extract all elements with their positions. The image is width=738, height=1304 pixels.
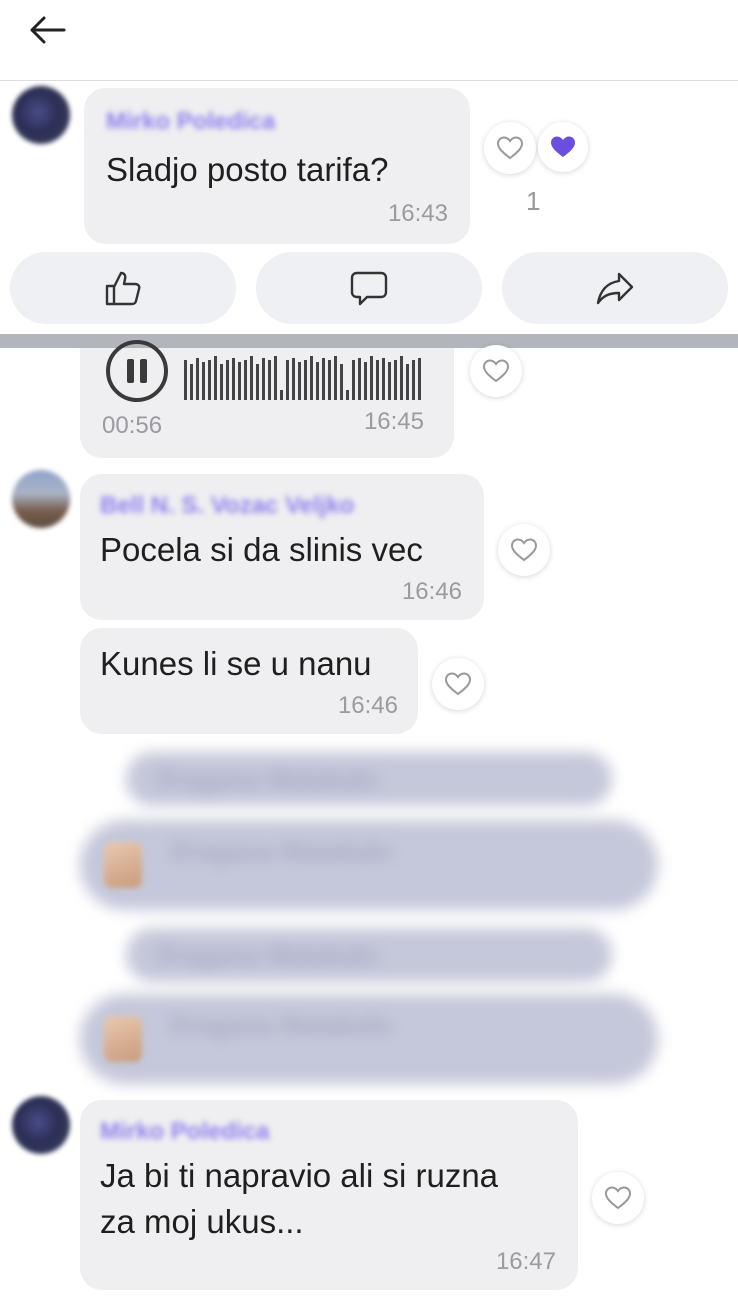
- pause-button[interactable]: [106, 340, 168, 402]
- blurred-thumbnail: [104, 1016, 142, 1062]
- audio-duration: 00:56: [102, 412, 163, 439]
- message-bubble[interactable]: Kunes li se u nanu 16:46: [80, 628, 418, 734]
- avatar[interactable]: [12, 1096, 70, 1154]
- blurred-system-message: Dragana Matakalo: [126, 752, 612, 806]
- share-button[interactable]: [502, 252, 728, 324]
- message-text-line-2: za moj ukus...: [100, 1203, 304, 1240]
- message-text: Sladjo posto tarifa?: [106, 151, 389, 188]
- blurred-system-message: Dragana Matakalo: [80, 820, 658, 910]
- heart-outline-icon: [604, 1186, 632, 1210]
- message-time: 16:46: [401, 578, 462, 605]
- back-button[interactable]: [26, 10, 70, 50]
- blurred-text: Dragana Matakalo: [170, 1010, 393, 1040]
- react-heart-button[interactable]: [498, 524, 550, 576]
- like-button[interactable]: [10, 252, 236, 324]
- react-heart-button[interactable]: [470, 345, 522, 397]
- top-bar: [0, 0, 738, 81]
- heart-outline-icon: [510, 538, 538, 562]
- sender-name: Bell N. S. Vozac Veljko: [100, 492, 355, 519]
- message-bubble[interactable]: Mirko Poledica Sladjo posto tarifa? 16:4…: [84, 88, 470, 244]
- message-bubble[interactable]: Bell N. S. Vozac Veljko Pocela si da sli…: [80, 474, 484, 620]
- blurred-text: Dragana Matakalo: [156, 940, 379, 970]
- message-text: Kunes li se u nanu: [100, 645, 372, 682]
- blurred-text: Dragana Matakalo: [156, 764, 379, 794]
- divider: [0, 334, 738, 348]
- blurred-system-message: Dragana Matakalo: [80, 994, 658, 1084]
- avatar[interactable]: [12, 86, 70, 144]
- heart-outline-icon: [496, 136, 524, 160]
- message-time: 16:47: [495, 1248, 556, 1275]
- blurred-system-message: Dragana Matakalo: [126, 928, 612, 982]
- sender-name: Mirko Poledica: [106, 108, 276, 135]
- waveform[interactable]: [184, 354, 424, 400]
- reaction-heart-badge[interactable]: [538, 122, 588, 172]
- pause-icon: [127, 359, 134, 383]
- comment-button[interactable]: [256, 252, 482, 324]
- message-time: 16:43: [387, 200, 448, 227]
- heart-outline-icon: [482, 359, 510, 383]
- message-text: Pocela si da slinis vec: [100, 531, 423, 568]
- message-bubble[interactable]: Mirko Poledica Ja bi ti napravio ali si …: [80, 1100, 578, 1290]
- react-heart-button[interactable]: [484, 122, 536, 174]
- sender-name: Mirko Poledica: [100, 1118, 270, 1145]
- message-text-line-1: Ja bi ti napravio ali si ruzna: [100, 1157, 499, 1194]
- react-heart-button[interactable]: [592, 1172, 644, 1224]
- thumbs-up-icon: [105, 271, 141, 306]
- avatar[interactable]: [12, 470, 70, 528]
- reaction-count: 1: [526, 186, 541, 216]
- react-heart-button[interactable]: [432, 658, 484, 710]
- heart-outline-icon: [444, 672, 472, 696]
- arrow-left-icon: [30, 16, 66, 44]
- voice-message-bubble[interactable]: 00:56 16:45: [80, 340, 454, 458]
- share-icon: [596, 272, 634, 305]
- blurred-thumbnail: [104, 842, 142, 888]
- blurred-text: Dragana Matakalo: [170, 836, 393, 866]
- comment-icon: [350, 271, 388, 306]
- message-time: 16:46: [337, 692, 398, 719]
- heart-filled-icon: [551, 136, 575, 157]
- message-time: 16:45: [363, 408, 424, 435]
